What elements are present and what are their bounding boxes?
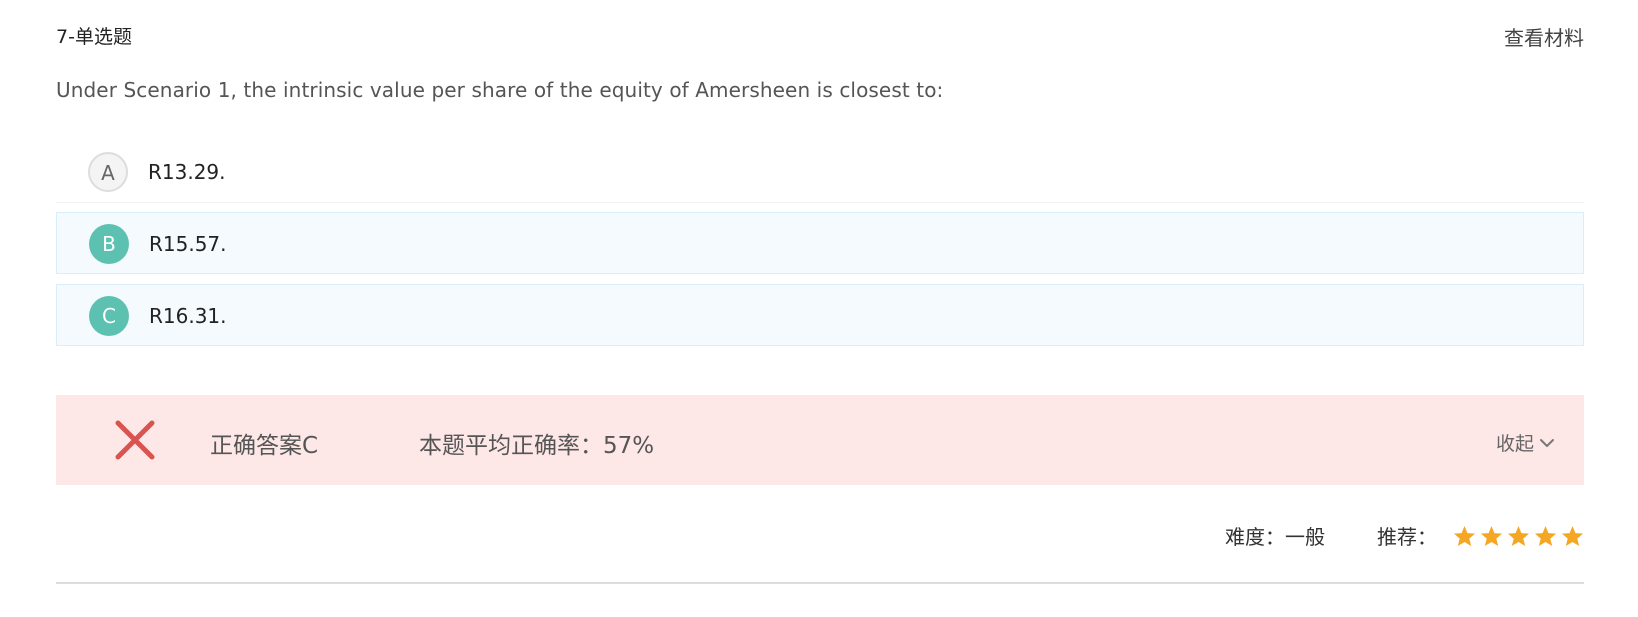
- star-icon: [1507, 525, 1530, 546]
- wrong-x-icon: [114, 419, 156, 461]
- chevron-down-icon: [1540, 438, 1554, 447]
- option-a-text: R13.29.: [148, 160, 226, 184]
- option-b-letter: B: [89, 224, 129, 264]
- star-icon: [1480, 525, 1503, 546]
- difficulty-label: 难度：一般: [1225, 525, 1325, 549]
- answer-result-banner: 正确答案C 本题平均正确率：57% 收起: [56, 395, 1584, 485]
- option-b-text: R15.57.: [149, 232, 227, 256]
- collapse-label: 收起: [1495, 433, 1534, 455]
- question-card: 7-单选题 查看材料 Under Scenario 1, the intrins…: [56, 0, 1584, 584]
- question-header: 7-单选题 查看材料: [56, 0, 1584, 70]
- star-icon: [1561, 525, 1584, 546]
- option-a[interactable]: A R13.29.: [56, 141, 1584, 203]
- question-stem: Under Scenario 1, the intrinsic value pe…: [56, 78, 944, 102]
- average-accuracy-label: 本题平均正确率：57%: [419, 433, 655, 459]
- option-c[interactable]: C R16.31.: [56, 284, 1584, 346]
- correct-answer-label: 正确答案C: [210, 433, 319, 459]
- option-b[interactable]: B R15.57.: [56, 212, 1584, 274]
- option-c-letter: C: [89, 296, 129, 336]
- option-c-text: R16.31.: [149, 304, 227, 328]
- star-icon: [1534, 525, 1557, 546]
- option-a-letter: A: [88, 152, 128, 192]
- collapse-button[interactable]: 收起: [1496, 429, 1556, 456]
- view-material-link[interactable]: 查看材料: [1504, 22, 1584, 51]
- recommend-label: 推荐：: [1377, 525, 1437, 549]
- recommend-stars: [1449, 525, 1584, 547]
- question-meta: 难度：一般 推荐：: [1225, 521, 1584, 550]
- question-type-label: 7-单选题: [56, 26, 132, 48]
- star-icon: [1453, 525, 1476, 546]
- section-divider: [56, 582, 1584, 584]
